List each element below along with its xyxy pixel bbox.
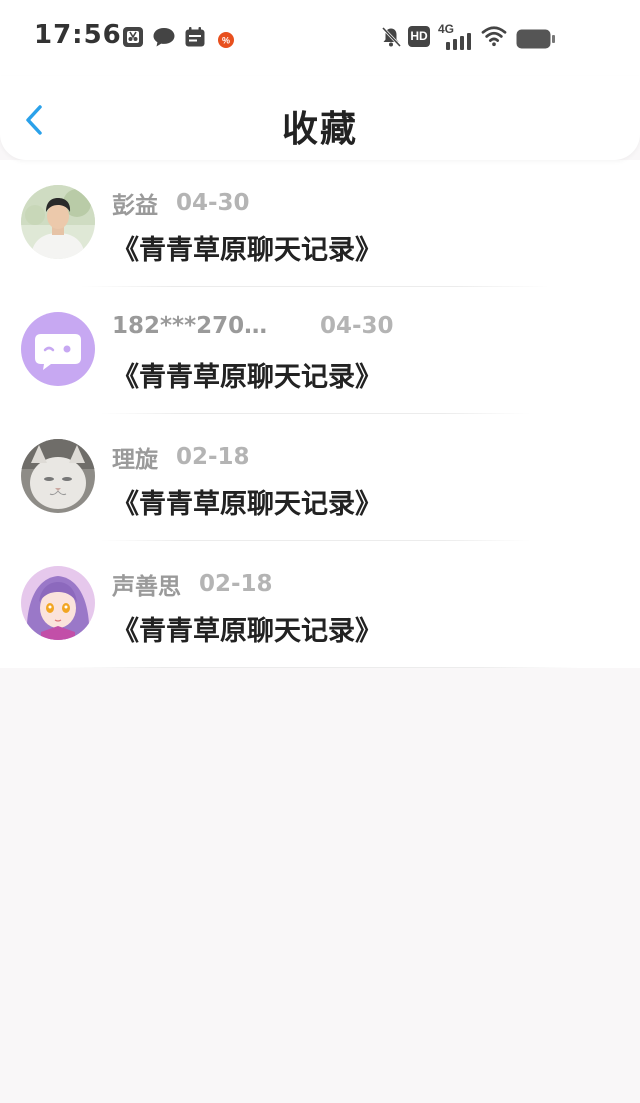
photo-man-avatar-icon (21, 185, 95, 259)
svg-text:%: % (222, 36, 230, 46)
list-item[interactable]: 理旋 02-18 《青青草原聊天记录》 (0, 414, 640, 541)
item-meta: 声善思 02-18 (112, 567, 273, 600)
list-item[interactable]: 182***270… 04-30 《青青草原聊天记录》 (0, 287, 640, 414)
avatar[interactable] (21, 312, 95, 386)
screenshot-app-icon (123, 27, 143, 47)
item-meta: 182***270… 04-30 (112, 313, 394, 343)
anime-girl-avatar-icon (21, 566, 95, 640)
author-name: 182***270… (112, 313, 268, 339)
cat-photo-avatar-icon (21, 439, 95, 513)
author-name: 声善思 (112, 574, 181, 600)
favorite-date: 02-18 (176, 444, 250, 470)
page-title: 收藏 (281, 109, 358, 150)
battery-icon (516, 29, 555, 49)
message-icon (153, 28, 175, 47)
wifi-icon (481, 26, 507, 47)
status-bar: 17:56 % HD 4G (0, 0, 640, 76)
author-name: 彭益 (112, 193, 158, 219)
top-app-bar: 收藏 (0, 76, 640, 160)
mute-bell-icon (381, 26, 402, 48)
list-item[interactable]: 声善思 02-18 《青青草原聊天记录》 (0, 541, 640, 668)
avatar[interactable] (21, 566, 95, 640)
item-meta: 彭益 04-30 (112, 186, 250, 219)
item-meta: 理旋 02-18 (112, 440, 250, 473)
author-name: 理旋 (112, 447, 158, 473)
hd-badge: HD (408, 26, 430, 47)
avatar[interactable] (21, 185, 95, 259)
divider (60, 667, 580, 668)
favorite-date: 04-30 (320, 313, 394, 339)
favorite-date: 04-30 (176, 190, 250, 216)
calendar-icon (185, 27, 205, 47)
favorite-title: 《青青草原聊天记录》 (112, 362, 382, 393)
shopping-app-icon: % (218, 32, 234, 48)
signal-strength-icon (446, 33, 471, 50)
favorites-list: 彭益 04-30 《青青草原聊天记录》 182***270… 04-30 《青青草原… (0, 160, 640, 668)
list-item[interactable]: 彭益 04-30 《青青草原聊天记录》 (0, 160, 640, 287)
avatar[interactable] (21, 439, 95, 513)
favorite-date: 02-18 (199, 571, 273, 597)
chat-bubble-avatar-icon (21, 312, 95, 386)
favorite-title: 《青青草原聊天记录》 (112, 616, 382, 647)
status-time: 17:56 (34, 20, 122, 50)
favorite-title: 《青青草原聊天记录》 (112, 489, 382, 520)
favorite-title: 《青青草原聊天记录》 (112, 235, 382, 266)
